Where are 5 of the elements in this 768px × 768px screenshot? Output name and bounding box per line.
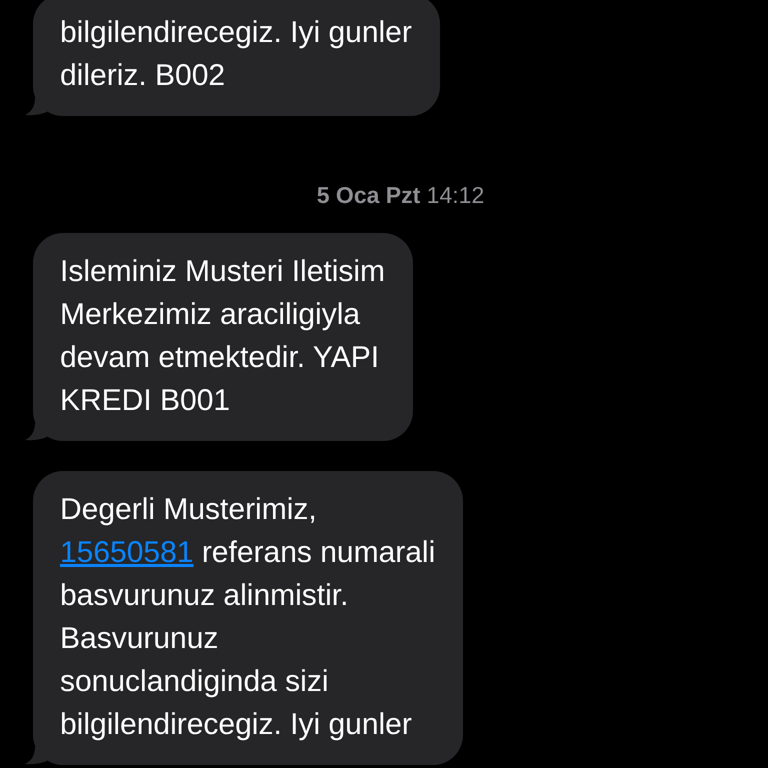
reference-number-link[interactable]: 15650581	[60, 536, 194, 569]
message-text: bilgilendirecegiz. Iyi gunler dileriz. B002	[60, 15, 412, 94]
message-text: Degerli Musterimiz, 15650581 referans numarali basvurunuz alinmistir. Basvurunuz sonuclandiginda sizi bilgilendirecegiz. Iyi gunler	[60, 492, 436, 743]
timestamp: 5 Oca Pzt 14:12	[316, 182, 484, 209]
message-text: Isleminiz Musteri Iletisim Merkezimiz araciligiyla devam etmektedir. YAPI KREDI B001	[60, 254, 386, 419]
